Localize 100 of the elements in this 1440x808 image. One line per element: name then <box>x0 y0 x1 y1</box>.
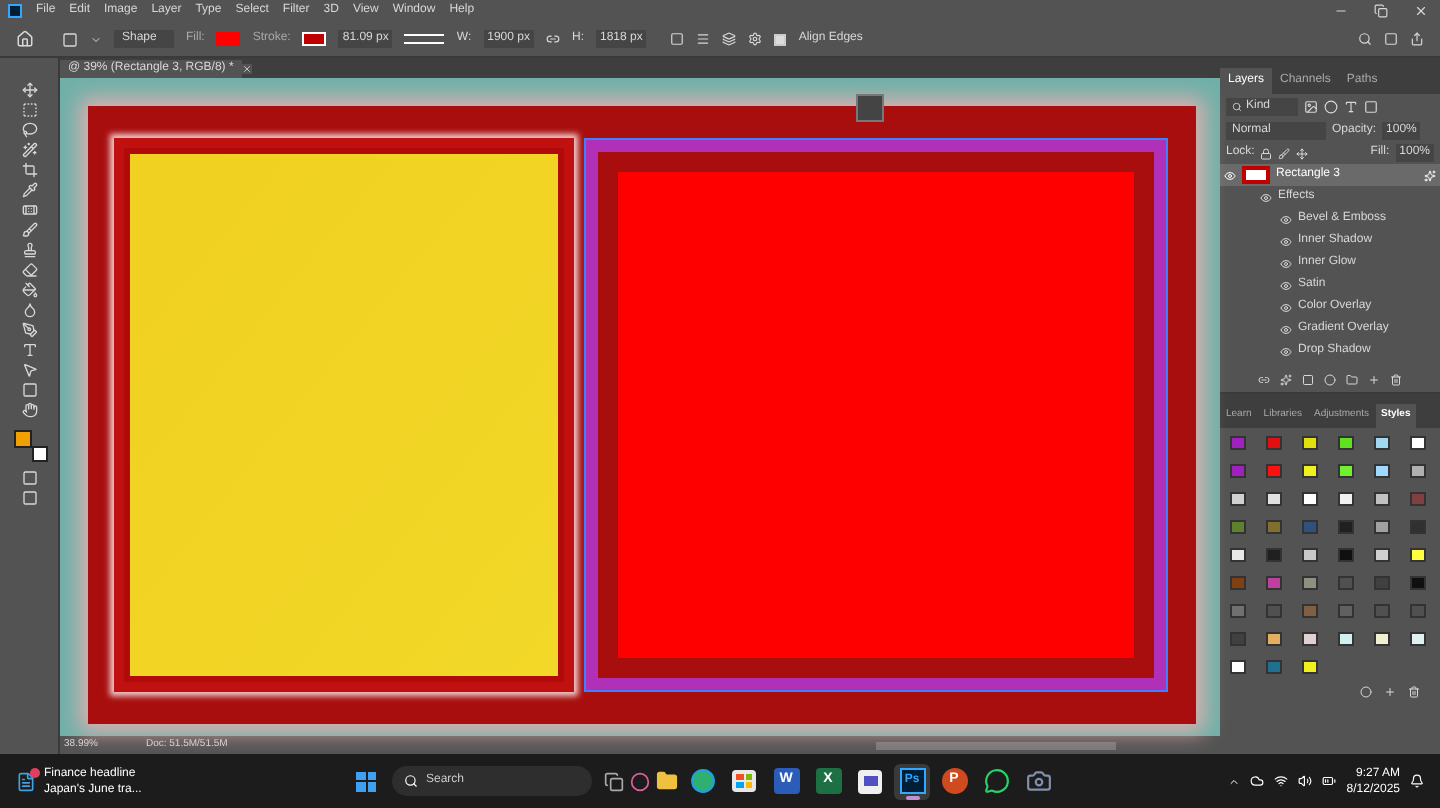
volume-icon[interactable] <box>1298 774 1313 788</box>
style-swatch[interactable] <box>1230 659 1246 673</box>
chat-icon[interactable] <box>983 768 1009 794</box>
style-swatch[interactable] <box>1410 463 1426 477</box>
bandage-icon[interactable] <box>21 202 37 218</box>
style-swatch[interactable] <box>1302 659 1318 673</box>
style-swatch[interactable] <box>1302 547 1318 561</box>
style-swatch[interactable] <box>1410 519 1426 533</box>
foreground-color-swatch[interactable] <box>13 430 31 448</box>
visibility-icon[interactable] <box>1280 257 1292 269</box>
style-swatch[interactable] <box>1230 519 1246 533</box>
close-icon[interactable] <box>241 64 252 74</box>
style-swatch[interactable] <box>1338 491 1354 505</box>
lock-position-icon[interactable] <box>1296 147 1309 159</box>
adjustment-filter-icon[interactable] <box>1324 100 1338 114</box>
lock-icon[interactable] <box>1260 147 1273 159</box>
style-swatch[interactable] <box>1302 491 1318 505</box>
search-icon[interactable] <box>1358 32 1372 46</box>
style-swatch[interactable] <box>1374 435 1390 449</box>
visibility-icon[interactable] <box>1260 191 1272 203</box>
battery-icon[interactable] <box>1322 774 1337 788</box>
style-swatch[interactable] <box>1338 547 1354 561</box>
brush-icon[interactable] <box>21 222 37 238</box>
start-icon[interactable] <box>356 771 376 791</box>
new-style-icon[interactable] <box>1384 685 1396 697</box>
style-swatch[interactable] <box>1266 631 1282 645</box>
style-swatch[interactable] <box>1302 631 1318 645</box>
visibility-icon[interactable] <box>1280 345 1292 357</box>
wifi-icon[interactable] <box>1274 774 1289 788</box>
align-edges-checkbox[interactable] <box>774 33 787 45</box>
clear-style-icon[interactable] <box>1360 685 1372 697</box>
add-icon[interactable] <box>1368 374 1380 386</box>
store-icon[interactable] <box>732 770 756 792</box>
bucket-icon[interactable] <box>21 282 37 298</box>
style-swatch[interactable] <box>1302 463 1318 477</box>
style-swatch[interactable] <box>1338 519 1354 533</box>
minimize-icon[interactable] <box>1334 4 1348 18</box>
eraser-icon[interactable] <box>21 262 37 278</box>
style-swatch[interactable] <box>1230 631 1246 645</box>
home-icon[interactable] <box>16 30 34 48</box>
style-swatch[interactable] <box>1410 603 1426 617</box>
style-swatch[interactable] <box>1338 435 1354 449</box>
delete-icon[interactable] <box>1408 685 1420 697</box>
restore-icon[interactable] <box>1374 4 1388 18</box>
style-swatch[interactable] <box>1374 547 1390 561</box>
chevron-up-icon[interactable] <box>1228 775 1241 787</box>
pen-icon[interactable] <box>21 322 37 338</box>
style-swatch[interactable] <box>1266 519 1282 533</box>
lock-pixels-icon[interactable] <box>1278 147 1291 159</box>
shape-filter-icon[interactable] <box>1364 100 1378 114</box>
style-swatch[interactable] <box>1338 603 1354 617</box>
stamp-icon[interactable] <box>21 242 37 258</box>
style-swatch[interactable] <box>1338 575 1354 589</box>
image-filter-icon[interactable] <box>1304 100 1318 114</box>
folder-icon[interactable] <box>656 770 678 792</box>
style-swatch[interactable] <box>1302 519 1318 533</box>
task-view-icon[interactable] <box>604 771 624 791</box>
type-icon[interactable] <box>21 342 37 358</box>
mask-icon[interactable] <box>1302 374 1314 386</box>
style-swatch[interactable] <box>1266 575 1282 589</box>
style-swatch[interactable] <box>1302 575 1318 589</box>
style-swatch[interactable] <box>1230 435 1246 449</box>
style-swatch[interactable] <box>1266 491 1282 505</box>
horizontal-scrollbar[interactable] <box>876 741 1116 749</box>
lasso-icon[interactable] <box>21 122 37 138</box>
style-swatch[interactable] <box>1410 491 1426 505</box>
type-filter-icon[interactable] <box>1344 100 1358 114</box>
eyedropper-icon[interactable] <box>21 182 37 198</box>
visibility-icon[interactable] <box>1280 235 1292 247</box>
close-icon[interactable] <box>1414 4 1428 18</box>
delete-icon[interactable] <box>1390 374 1402 386</box>
settings-icon[interactable] <box>748 32 763 46</box>
marquee-icon[interactable] <box>21 102 37 118</box>
style-swatch[interactable] <box>1374 463 1390 477</box>
style-swatch[interactable] <box>1374 575 1390 589</box>
style-swatch[interactable] <box>1338 631 1354 645</box>
align-icon[interactable] <box>696 32 711 46</box>
rectangle-icon[interactable] <box>21 382 37 398</box>
style-swatch[interactable] <box>1338 463 1354 477</box>
arrange-icon[interactable] <box>722 32 737 46</box>
style-swatch[interactable] <box>1230 491 1246 505</box>
style-swatch[interactable] <box>1266 547 1282 561</box>
style-swatch[interactable] <box>1266 659 1282 673</box>
style-swatch[interactable] <box>1410 547 1426 561</box>
visibility-icon[interactable] <box>1280 323 1292 335</box>
share-icon[interactable] <box>1410 32 1424 46</box>
camera-icon[interactable] <box>1025 768 1051 794</box>
background-color-swatch[interactable] <box>31 446 47 462</box>
style-swatch[interactable] <box>1266 603 1282 617</box>
caret-icon[interactable] <box>90 33 102 45</box>
style-swatch[interactable] <box>1410 435 1426 449</box>
style-swatch[interactable] <box>1410 631 1426 645</box>
style-swatch[interactable] <box>1374 519 1390 533</box>
visibility-icon[interactable] <box>1280 213 1292 225</box>
wand-icon[interactable] <box>21 142 37 158</box>
style-swatch[interactable] <box>1374 603 1390 617</box>
style-swatch[interactable] <box>1410 575 1426 589</box>
notification-icon[interactable] <box>1410 774 1424 788</box>
stroke-style-select[interactable] <box>404 34 445 44</box>
style-swatch[interactable] <box>1230 603 1246 617</box>
